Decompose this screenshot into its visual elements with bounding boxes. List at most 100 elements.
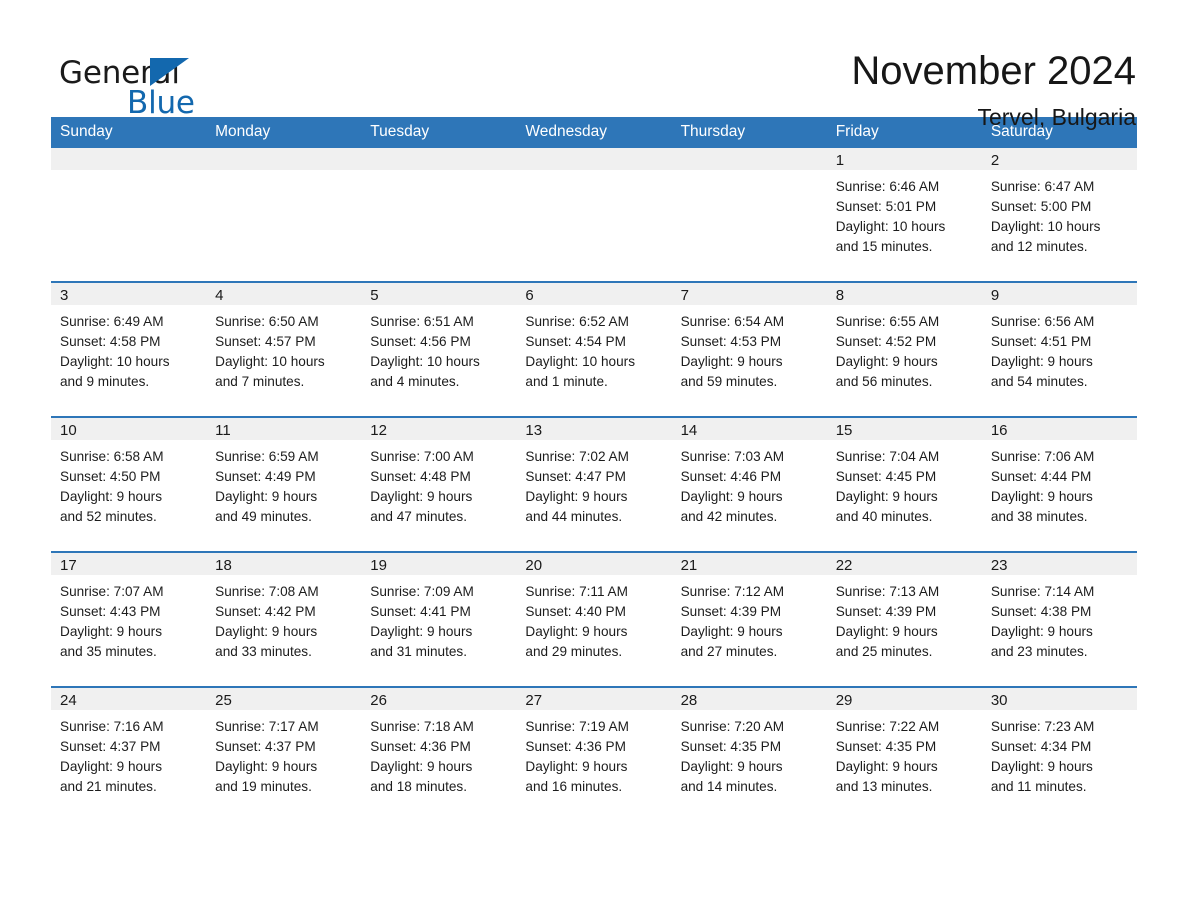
daylight-text: Daylight: 9 hours (835, 759, 938, 774)
calendar-day-cell[interactable]: 8 Sunrise: 6:55 AM Sunset: 4:52 PM Daylight… (826, 281, 982, 417)
day-number: 27 (516, 688, 672, 710)
brand-triangle-icon (150, 58, 189, 86)
day-details: Sunrise: 7:04 AM Sunset: 4:45 PM Daylight:… (827, 440, 982, 527)
day-number: 24 (51, 688, 207, 710)
sunset-text: Sunset: 4:42 PM (215, 604, 316, 619)
calendar-body: 1 Sunrise: 6:46 AM Sunset: 5:01 PM Daylight… (51, 148, 1137, 821)
daylight-text: and 1 minute. (525, 374, 608, 389)
calendar-day-cell[interactable]: 19 Sunrise: 7:09 AM Sunset: 4:41 PM Dayligh… (361, 551, 517, 687)
calendar-day-cell[interactable]: 17 Sunrise: 7:07 AM Sunset: 4:43 PM Dayligh… (51, 551, 207, 687)
daylight-text: and 13 minutes. (835, 779, 933, 794)
daylight-text: and 18 minutes. (370, 779, 468, 794)
daylight-text: Daylight: 9 hours (680, 489, 783, 504)
generalblue-logo[interactable]: General Blue (51, 48, 201, 120)
daylight-text: Daylight: 10 hours (370, 354, 480, 369)
calendar-day-cell[interactable]: 6 Sunrise: 6:52 AM Sunset: 4:54 PM Daylight… (516, 281, 672, 417)
daylight-text: Daylight: 10 hours (525, 354, 635, 369)
calendar-day-cell[interactable]: 13 Sunrise: 7:02 AM Sunset: 4:47 PM Dayligh… (516, 416, 672, 552)
calendar-day-cell[interactable]: 29 Sunrise: 7:22 AM Sunset: 4:35 PM Dayligh… (826, 686, 982, 821)
daylight-text: Daylight: 10 hours (215, 354, 325, 369)
calendar-day-cell[interactable]: 20 Sunrise: 7:11 AM Sunset: 4:40 PM Dayligh… (516, 551, 672, 687)
calendar-day-cell[interactable]: 25 Sunrise: 7:17 AM Sunset: 4:37 PM Dayligh… (206, 686, 362, 821)
calendar-day-cell[interactable]: 15 Sunrise: 7:04 AM Sunset: 4:45 PM Dayligh… (826, 416, 982, 552)
sunset-text: Sunset: 5:00 PM (990, 199, 1092, 214)
daylight-text: and 27 minutes. (680, 644, 778, 659)
day-details: Sunrise: 6:59 AM Sunset: 4:49 PM Daylight:… (206, 440, 361, 527)
daylight-text: Daylight: 9 hours (680, 624, 783, 639)
sunrise-text: Sunrise: 6:50 AM (215, 314, 319, 329)
calendar-day-cell[interactable]: 22 Sunrise: 7:13 AM Sunset: 4:39 PM Dayligh… (826, 551, 982, 687)
calendar-week-row: 24 Sunrise: 7:16 AM Sunset: 4:37 PM Dayligh… (51, 686, 1137, 821)
page-title: November 2024 (851, 49, 1136, 93)
sunrise-text: Sunrise: 6:47 AM (990, 179, 1095, 194)
day-details: Sunrise: 7:14 AM Sunset: 4:38 PM Daylight:… (982, 575, 1137, 662)
calendar-week-row: 3 Sunrise: 6:49 AM Sunset: 4:58 PM Daylight… (51, 281, 1137, 417)
calendar-day-cell[interactable]: 9 Sunrise: 6:56 AM Sunset: 4:51 PM Daylight… (981, 281, 1137, 417)
daylight-text: and 35 minutes. (60, 644, 157, 659)
calendar-day-cell[interactable]: 30 Sunrise: 7:23 AM Sunset: 4:34 PM Dayligh… (981, 686, 1137, 821)
sunset-text: Sunset: 4:36 PM (525, 739, 626, 754)
sunset-text: Sunset: 4:38 PM (990, 604, 1092, 619)
sunrise-text: Sunrise: 6:52 AM (525, 314, 629, 329)
calendar-day-cell[interactable]: 4 Sunrise: 6:50 AM Sunset: 4:57 PM Daylight… (206, 281, 362, 417)
sunset-text: Sunset: 4:45 PM (835, 469, 937, 484)
daylight-text: Daylight: 9 hours (370, 759, 473, 774)
day-details: Sunrise: 7:18 AM Sunset: 4:36 PM Daylight:… (361, 710, 516, 797)
sunrise-text: Sunrise: 7:17 AM (215, 719, 319, 734)
daylight-text: Daylight: 9 hours (835, 354, 938, 369)
calendar-day-cell[interactable]: 5 Sunrise: 6:51 AM Sunset: 4:56 PM Daylight… (361, 281, 517, 417)
calendar-week-row: 17 Sunrise: 7:07 AM Sunset: 4:43 PM Dayligh… (51, 551, 1137, 687)
day-details: Sunrise: 7:16 AM Sunset: 4:37 PM Daylight:… (51, 710, 206, 797)
calendar-day-cell[interactable]: 21 Sunrise: 7:12 AM Sunset: 4:39 PM Dayligh… (671, 551, 827, 687)
weekday-header-tuesday: Tuesday (361, 117, 517, 148)
calendar-day-cell[interactable]: 23 Sunrise: 7:14 AM Sunset: 4:38 PM Dayligh… (981, 551, 1137, 687)
calendar-day-cell[interactable]: 14 Sunrise: 7:03 AM Sunset: 4:46 PM Dayligh… (671, 416, 827, 552)
calendar-day-cell[interactable]: 28 Sunrise: 7:20 AM Sunset: 4:35 PM Dayligh… (671, 686, 827, 821)
calendar-day-cell-empty (206, 148, 362, 282)
weekday-header-monday: Monday (206, 117, 362, 148)
logo-blue-text: Blue (127, 85, 195, 121)
calendar-week-row: 1 Sunrise: 6:46 AM Sunset: 5:01 PM Daylight… (51, 148, 1137, 282)
calendar-day-cell-empty (671, 148, 827, 282)
calendar-day-cell[interactable]: 27 Sunrise: 7:19 AM Sunset: 4:36 PM Dayligh… (516, 686, 672, 821)
daylight-text: and 9 minutes. (60, 374, 150, 389)
daylight-text: Daylight: 9 hours (370, 489, 473, 504)
day-details: Sunrise: 7:17 AM Sunset: 4:37 PM Daylight:… (206, 710, 361, 797)
day-details: Sunrise: 6:47 AM Sunset: 5:00 PM Daylight:… (982, 170, 1137, 257)
daylight-text: Daylight: 9 hours (525, 489, 628, 504)
sunrise-text: Sunrise: 7:18 AM (370, 719, 474, 734)
sunrise-text: Sunrise: 7:04 AM (835, 449, 940, 464)
day-number: 19 (361, 553, 517, 575)
day-number: 10 (51, 418, 207, 440)
calendar-page: General Blue November 2024 Tervel, Bulga… (0, 0, 1188, 918)
day-details: Sunrise: 7:08 AM Sunset: 4:42 PM Daylight:… (206, 575, 361, 662)
daylight-text: and 40 minutes. (835, 509, 933, 524)
calendar-day-cell[interactable]: 16 Sunrise: 7:06 AM Sunset: 4:44 PM Dayligh… (981, 416, 1137, 552)
sunset-text: Sunset: 4:49 PM (215, 469, 316, 484)
sunrise-text: Sunrise: 6:59 AM (215, 449, 319, 464)
calendar-day-cell[interactable]: 3 Sunrise: 6:49 AM Sunset: 4:58 PM Daylight… (51, 281, 207, 417)
calendar-day-cell[interactable]: 10 Sunrise: 6:58 AM Sunset: 4:50 PM Dayligh… (51, 416, 207, 552)
calendar-day-cell[interactable]: 18 Sunrise: 7:08 AM Sunset: 4:42 PM Dayligh… (206, 551, 362, 687)
daylight-text: and 11 minutes. (990, 779, 1087, 794)
daylight-text: Daylight: 9 hours (990, 354, 1093, 369)
day-number: 2 (981, 148, 1137, 170)
sunrise-text: Sunrise: 7:19 AM (525, 719, 629, 734)
calendar-day-cell[interactable]: 7 Sunrise: 6:54 AM Sunset: 4:53 PM Daylight… (671, 281, 827, 417)
day-details: Sunrise: 7:00 AM Sunset: 4:48 PM Daylight:… (361, 440, 516, 527)
calendar-day-cell[interactable]: 24 Sunrise: 7:16 AM Sunset: 4:37 PM Dayligh… (51, 686, 207, 821)
sunrise-text: Sunrise: 7:09 AM (370, 584, 474, 599)
calendar-day-cell[interactable]: 1 Sunrise: 6:46 AM Sunset: 5:01 PM Daylight… (826, 148, 982, 282)
day-details: Sunrise: 7:19 AM Sunset: 4:36 PM Daylight:… (516, 710, 671, 797)
daylight-text: and 49 minutes. (215, 509, 312, 524)
calendar-day-cell[interactable]: 26 Sunrise: 7:18 AM Sunset: 4:36 PM Dayligh… (361, 686, 517, 821)
calendar-day-cell[interactable]: 2 Sunrise: 6:47 AM Sunset: 5:00 PM Daylight… (981, 148, 1137, 282)
day-details: Sunrise: 7:06 AM Sunset: 4:44 PM Daylight:… (982, 440, 1137, 527)
calendar-day-cell[interactable]: 11 Sunrise: 6:59 AM Sunset: 4:49 PM Dayligh… (206, 416, 362, 552)
calendar-day-cell[interactable]: 12 Sunrise: 7:00 AM Sunset: 4:48 PM Dayligh… (361, 416, 517, 552)
sunset-text: Sunset: 4:48 PM (370, 469, 471, 484)
daylight-text: and 14 minutes. (680, 779, 778, 794)
day-number: 22 (826, 553, 982, 575)
sunset-text: Sunset: 4:47 PM (525, 469, 626, 484)
sunrise-text: Sunrise: 7:20 AM (680, 719, 785, 734)
